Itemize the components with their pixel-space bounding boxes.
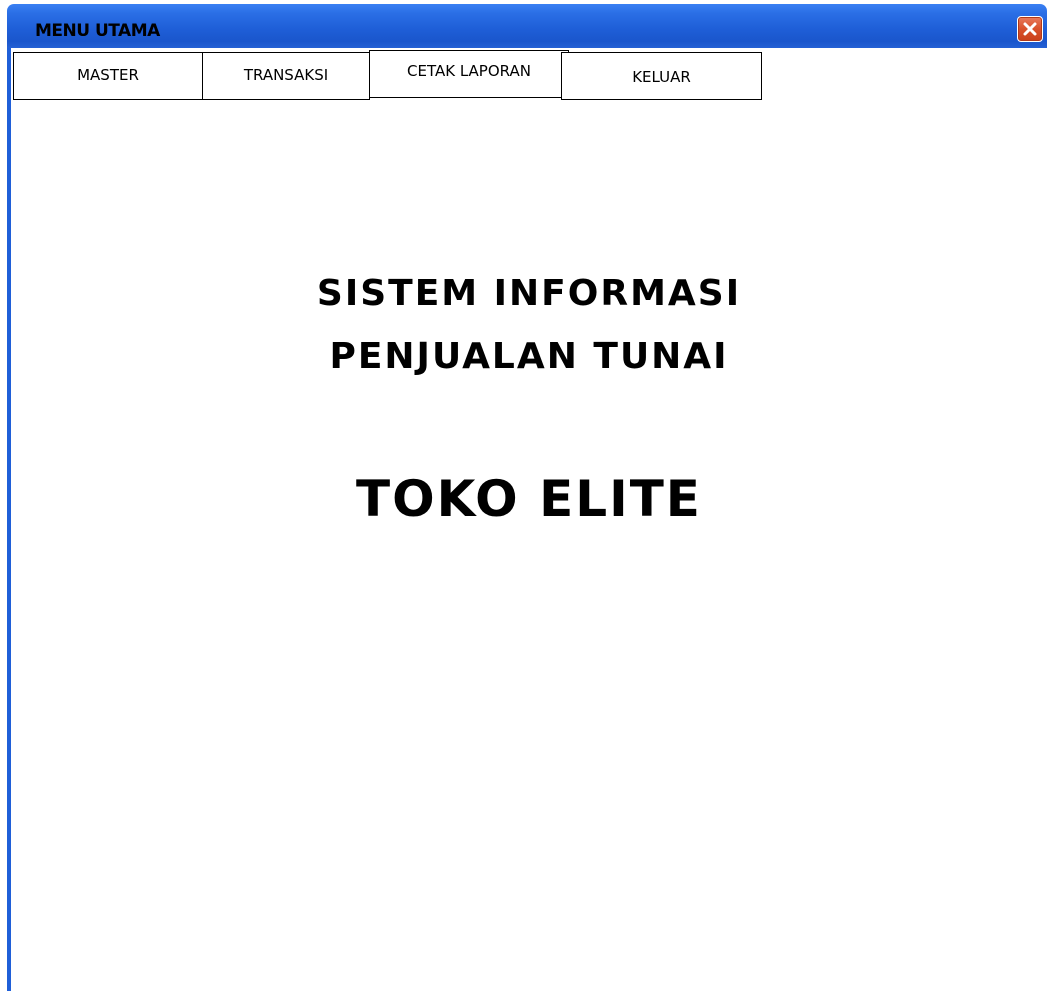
menu-item-transaksi[interactable]: TRANSAKSI — [202, 52, 370, 100]
title-bar[interactable]: MENU UTAMA — [7, 4, 1047, 48]
store-name: TOKO ELITE — [356, 470, 702, 528]
system-title-line1: SISTEM INFORMASI — [316, 273, 742, 314]
menu-item-cetak-laporan[interactable]: CETAK LAPORAN — [369, 50, 569, 98]
menu-item-master[interactable]: MASTER — [13, 52, 203, 100]
system-title-line2: PENJUALAN TUNAI — [329, 336, 729, 377]
close-icon — [1023, 22, 1037, 36]
client-area: MASTER TRANSAKSI CETAK LAPORAN KELUAR SI… — [11, 48, 1047, 991]
menu-item-keluar[interactable]: KELUAR — [561, 52, 762, 100]
main-window: MENU UTAMA MASTER TRANSAKSI CETAK LAPORA… — [0, 0, 1047, 991]
window-title: MENU UTAMA — [35, 21, 160, 41]
close-button[interactable] — [1017, 16, 1043, 42]
